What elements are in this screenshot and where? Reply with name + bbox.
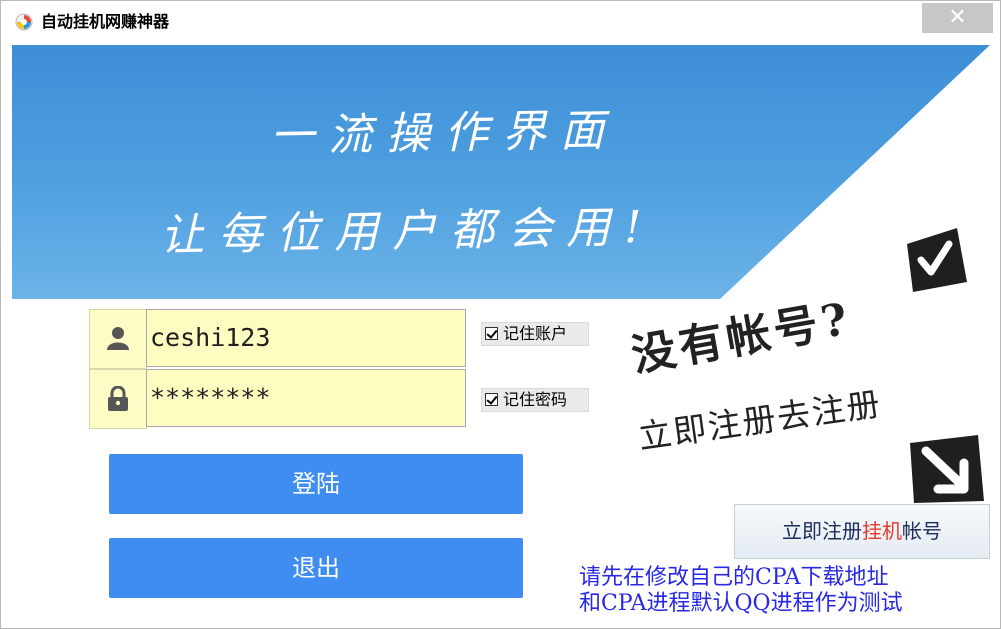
- checkbox-checked-icon: [485, 393, 498, 406]
- user-icon: [107, 327, 129, 350]
- close-button[interactable]: ✕: [922, 3, 993, 33]
- username-icon-box: [89, 309, 147, 369]
- register-button-text-part3: 帐号: [902, 519, 942, 543]
- window-title: 自动挂机网赚神器: [41, 12, 170, 31]
- promo-register-text: 立即注册去注册: [635, 383, 885, 457]
- username-input[interactable]: [146, 309, 466, 367]
- banner-slogan-line1: 一流操作界面: [269, 104, 619, 163]
- close-icon: ✕: [948, 5, 967, 30]
- banner-slogan-line2: 让每位用户都会用!: [159, 201, 657, 262]
- arrow-down-right-icon: [910, 435, 984, 503]
- checkmark-badge-icon: [907, 228, 967, 292]
- lock-icon: [108, 386, 128, 411]
- title-bar: 自动挂机网赚神器 ✕: [1, 1, 1000, 43]
- register-button-text-part1: 立即注册: [782, 519, 862, 543]
- main-window: 自动挂机网赚神器 ✕ 一流操作界面 让每位用户都会用! 记住账户 记住密码: [0, 0, 1001, 629]
- register-button-text-highlight: 挂机: [862, 519, 902, 543]
- notice-line2: 和CPA进程默认QQ进程作为测试: [579, 591, 903, 616]
- remember-account-checkbox[interactable]: 记住账户: [481, 322, 589, 346]
- remember-password-label: 记住密码: [503, 390, 568, 409]
- header-banner: 一流操作界面 让每位用户都会用!: [12, 45, 990, 299]
- register-account-button[interactable]: 立即注册挂机帐号: [734, 504, 990, 559]
- login-button[interactable]: 登陆: [109, 454, 523, 514]
- exit-button[interactable]: 退出: [109, 538, 523, 598]
- app-logo-icon: [15, 13, 33, 31]
- password-icon-box: [89, 369, 147, 429]
- notice-line1: 请先在修改自己的CPA下载地址: [579, 565, 889, 590]
- remember-password-checkbox[interactable]: 记住密码: [481, 388, 589, 412]
- remember-account-label: 记住账户: [503, 324, 568, 343]
- password-input[interactable]: [146, 369, 466, 427]
- checkbox-checked-icon: [485, 327, 498, 340]
